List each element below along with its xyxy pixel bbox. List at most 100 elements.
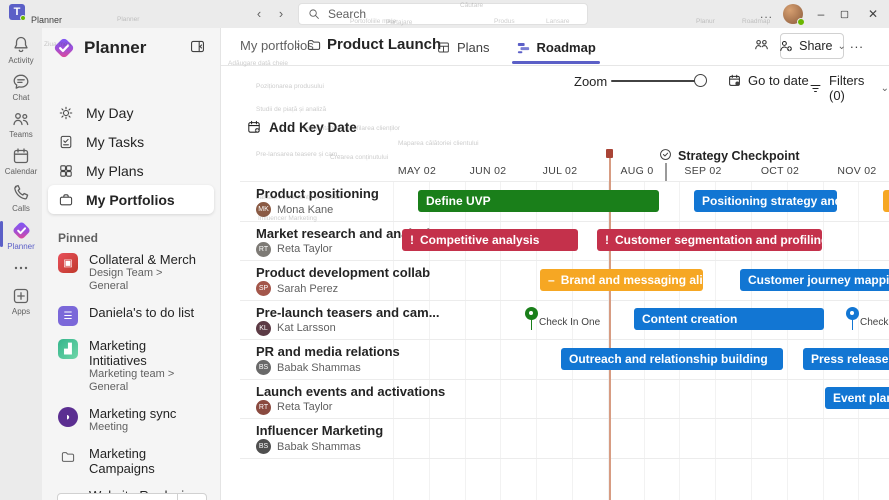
ghost-text: Maparea călătoriei clientului <box>398 140 479 147</box>
header-more-button[interactable]: ... <box>850 36 864 51</box>
gridline <box>240 339 889 340</box>
assignee-name: Sarah Perez <box>277 283 338 295</box>
task-title[interactable]: Pre-launch teasers and cam... <box>256 305 440 320</box>
month-label: NOV 02 <box>837 165 876 177</box>
tasks-icon <box>58 134 74 150</box>
zoom-slider-track[interactable] <box>611 80 701 82</box>
pinned-item[interactable]: ◗Marketing syncMeeting <box>48 400 214 440</box>
titlebar-more-button[interactable]: ... <box>760 7 773 21</box>
members-icon[interactable] <box>753 36 770 53</box>
gantt-bar[interactable]: Outreach and relationship building <box>561 348 783 370</box>
portfolios-icon <box>58 192 74 208</box>
avatar: RT <box>256 242 271 257</box>
bar-label: Customer segmentation and profiling <box>615 233 822 247</box>
alert-icon: ! <box>605 233 609 247</box>
folder-icon <box>306 37 322 53</box>
sidebar-item-my-portfolios[interactable]: My Portfolios <box>48 185 214 214</box>
task-title[interactable]: Product development collab <box>256 265 430 280</box>
go-to-date-button[interactable]: Go to date <box>727 73 809 88</box>
task-assignee: BSBabak Shammas <box>256 439 361 454</box>
checkpoint-check-icon <box>658 147 673 162</box>
bar-label: Press release writing... <box>811 352 889 366</box>
maximize-button[interactable] <box>839 9 855 20</box>
pinned-item[interactable]: Marketing Campaigns <box>48 440 214 482</box>
task-assignee: RTReta Taylor <box>256 400 332 415</box>
task-title[interactable]: Launch events and activations <box>256 384 445 399</box>
rail-item-more[interactable] <box>0 251 42 279</box>
rail-item-activity[interactable]: Activity <box>0 28 42 65</box>
titlebar-app-label: Planner <box>31 15 62 25</box>
chevron-down-icon[interactable]: ⌄ <box>178 496 206 500</box>
sidebar-item-my-tasks[interactable]: My Tasks <box>48 127 214 156</box>
milestone-pin-icon[interactable] <box>846 307 859 320</box>
task-title[interactable]: PR and media relations <box>256 344 400 359</box>
breadcrumb[interactable]: My portfolios <box>240 38 314 53</box>
sidebar-item-my-plans[interactable]: My Plans <box>48 156 214 185</box>
plan-icon: ◗ <box>58 407 78 427</box>
new-plan-button[interactable]: + New plan ⌄ <box>57 493 207 500</box>
tab-roadmap[interactable]: Roadmap <box>510 30 602 65</box>
gridline <box>240 181 889 182</box>
gantt-bar[interactable]: !Competitive analysis <box>402 229 578 251</box>
minimize-button[interactable]: – <box>813 7 829 21</box>
zoom-slider-knob[interactable] <box>694 74 707 87</box>
add-key-date-button[interactable]: Add Key Date <box>246 119 357 135</box>
plans-icon <box>58 163 74 179</box>
filters-button[interactable]: Filters (0) ⌄ <box>808 73 889 103</box>
avatar: SP <box>256 281 271 296</box>
nav-back-button[interactable]: ‹ <box>249 4 269 24</box>
checkpoint-line <box>665 163 667 181</box>
pinned-item-title: Marketing Intitiatives <box>89 338 204 368</box>
phone-icon <box>11 183 31 203</box>
gantt-bar[interactable]: Customer journey mapping <box>740 269 889 291</box>
rail-item-chat[interactable]: Chat <box>0 65 42 102</box>
task-title[interactable]: Product positioning <box>256 186 379 201</box>
task-assignee: SP Sarah Perez <box>256 281 338 296</box>
tab-plans[interactable]: Plans <box>430 30 496 65</box>
avatar: BS <box>256 439 271 454</box>
app-window: T Planner ‹ › Search ... – ✕ ActivityCha… <box>0 0 889 500</box>
calendar-icon <box>727 73 742 88</box>
month-label: AUG 0 <box>620 165 653 177</box>
pinned-item-subtitle: Marketing team > General <box>89 368 204 394</box>
alert-icon: ! <box>410 233 414 247</box>
gantt-bar[interactable]: –Brand and messaging alignment <box>540 269 703 291</box>
rail-item-teams[interactable]: Teams <box>0 102 42 139</box>
milestone-pin-icon[interactable] <box>525 307 538 320</box>
rail-item-label: Calls <box>12 204 30 213</box>
plan-icon: ☰ <box>58 306 78 326</box>
rail-item-calls[interactable]: Calls <box>0 176 42 213</box>
rail-item-apps[interactable]: Apps <box>0 279 42 316</box>
task-title[interactable]: Influencer Marketing <box>256 423 383 438</box>
gantt-bar[interactable]: Press release writing... <box>803 348 889 370</box>
chevron-down-icon: ⌄ <box>837 41 845 52</box>
rail-item-planner[interactable]: Planner <box>0 213 42 251</box>
gantt-bar[interactable] <box>883 190 889 212</box>
user-avatar[interactable] <box>783 4 803 24</box>
rail-item-label: Teams <box>9 130 33 139</box>
gantt-bar[interactable]: Content creation <box>634 308 824 330</box>
gantt-bar[interactable]: ! Customer segmentation and profiling <box>597 229 822 251</box>
planner-logo-icon <box>52 36 76 60</box>
nav-forward-button[interactable]: › <box>271 4 291 24</box>
share-button[interactable]: Share ⌄ <box>780 33 844 59</box>
close-button[interactable]: ✕ <box>865 7 881 21</box>
dash-icon: – <box>548 273 555 287</box>
collapse-sidebar-icon[interactable] <box>189 38 206 55</box>
app-rail: ActivityChat Teams Calendar CallsPlanner App… <box>0 28 42 500</box>
bar-label: Content creation <box>642 312 737 326</box>
gantt-bar[interactable]: Define UVP <box>418 190 659 212</box>
gantt-bar[interactable]: Positioning strategy and mess... <box>694 190 837 212</box>
window-titlebar: T Planner ‹ › Search ... – ✕ <box>0 0 889 28</box>
gantt-bar[interactable]: Event planning... <box>825 387 889 409</box>
pinned-item[interactable]: ▣Collateral & MerchDesign Team > General <box>48 246 214 299</box>
sidebar-item-my-day[interactable]: My Day <box>48 98 214 127</box>
pinned-item[interactable]: ☰Daniela's to do list <box>48 299 214 332</box>
search-input[interactable]: Search <box>298 3 588 25</box>
sun-icon <box>58 105 74 121</box>
rail-item-label: Calendar <box>5 167 37 176</box>
rail-item-calendar[interactable]: Calendar <box>0 139 42 176</box>
pinned-item-title: Collateral & Merch <box>89 252 204 267</box>
pinned-item[interactable]: ▟Marketing IntitiativesMarketing team > … <box>48 332 214 400</box>
avatar: RT <box>256 400 271 415</box>
